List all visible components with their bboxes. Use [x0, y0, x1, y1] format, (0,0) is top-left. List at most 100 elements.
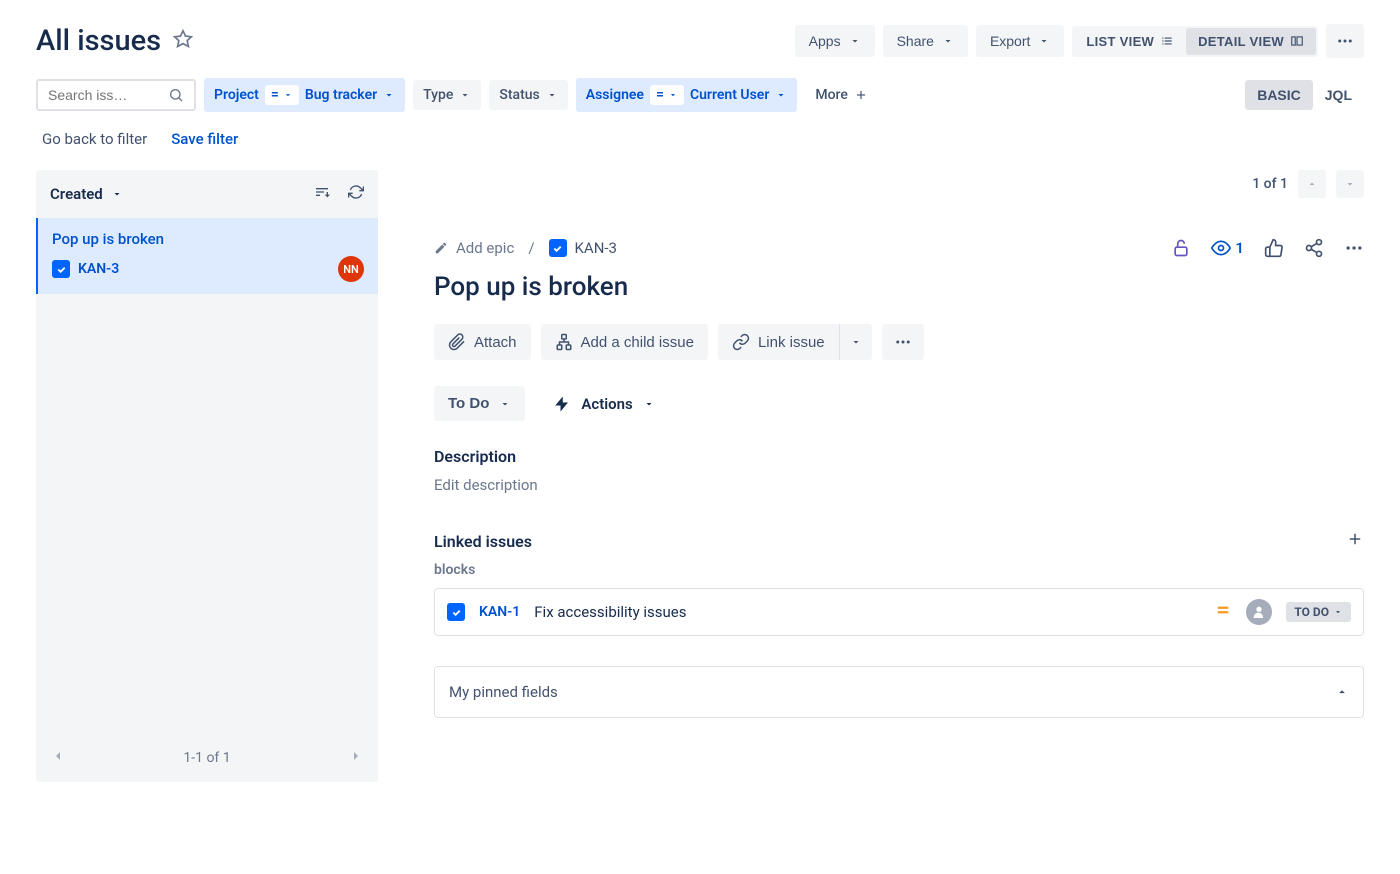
save-filter-link[interactable]: Save filter	[171, 130, 238, 148]
sort-label: Created	[50, 185, 103, 203]
list-view-label: LIST VIEW	[1086, 34, 1154, 49]
issue-title[interactable]: Pop up is broken	[434, 272, 1364, 302]
add-epic-button[interactable]: Add epic	[434, 239, 514, 257]
star-icon[interactable]	[173, 29, 193, 53]
status-label: To Do	[448, 395, 489, 412]
plus-icon	[1346, 530, 1364, 548]
pinned-fields-title: My pinned fields	[449, 683, 558, 701]
issue-list-item[interactable]: Pop up is broken KAN-3 NN	[36, 218, 378, 294]
attach-label: Attach	[474, 334, 517, 351]
refresh-icon[interactable]	[348, 184, 364, 204]
chevron-down-icon	[850, 336, 862, 348]
search-icon	[168, 87, 184, 103]
detail-prev-button[interactable]	[1298, 170, 1326, 198]
equals-badge: =	[265, 85, 299, 105]
chevron-down-icon	[775, 89, 787, 101]
basic-mode-button[interactable]: BASIC	[1245, 80, 1313, 110]
plus-icon	[854, 88, 868, 102]
issue-list-item-key: KAN-3	[78, 261, 119, 277]
task-icon	[447, 603, 465, 621]
link-type-label: blocks	[434, 562, 1364, 578]
next-page-button[interactable]	[348, 748, 364, 768]
lightning-icon	[553, 395, 571, 413]
pinned-fields-panel[interactable]: My pinned fields	[434, 666, 1364, 718]
filter-project[interactable]: Project = Bug tracker	[204, 78, 405, 112]
issue-list-sidebar: Created Pop up is broken	[36, 170, 378, 782]
link-issue-button[interactable]: Link issue	[718, 324, 839, 360]
status-dropdown[interactable]: To Do	[434, 386, 525, 421]
issue-detail-panel: 1 of 1 Add epic /	[378, 170, 1364, 782]
unassigned-avatar	[1246, 599, 1272, 625]
export-label: Export	[990, 33, 1030, 49]
breadcrumb-separator: /	[528, 239, 534, 257]
prev-page-button[interactable]	[50, 748, 66, 768]
linked-issues-header: Linked issues	[434, 532, 532, 551]
issue-actions-more[interactable]	[882, 324, 924, 360]
more-horizontal-icon	[1344, 238, 1364, 258]
task-icon	[549, 239, 567, 257]
sort-button[interactable]: Created	[50, 185, 123, 203]
page-title: All issues	[36, 24, 161, 58]
add-linked-issue-button[interactable]	[1346, 530, 1364, 552]
query-mode-toggle: BASIC JQL	[1245, 80, 1364, 110]
chevron-down-icon	[1344, 178, 1356, 190]
apps-button[interactable]: Apps	[795, 25, 875, 57]
chevron-up-icon	[1306, 178, 1318, 190]
search-input[interactable]	[48, 87, 168, 103]
share-icon-button[interactable]	[1304, 238, 1324, 258]
chevron-down-icon	[546, 89, 558, 101]
apps-label: Apps	[809, 33, 841, 49]
export-button[interactable]: Export	[976, 25, 1064, 57]
detail-next-button[interactable]	[1336, 170, 1364, 198]
go-back-link[interactable]: Go back to filter	[42, 130, 147, 148]
share-label: Share	[897, 33, 934, 49]
lock-icon[interactable]	[1171, 238, 1191, 258]
watch-count: 1	[1235, 239, 1244, 257]
sort-direction-icon[interactable]	[314, 184, 330, 204]
filter-type-label: Type	[423, 87, 453, 103]
search-input-wrapper[interactable]	[36, 79, 196, 111]
chevron-down-icon	[283, 90, 293, 100]
filter-assignee[interactable]: Assignee = Current User	[576, 78, 798, 112]
actions-menu[interactable]: Actions	[553, 395, 654, 413]
chevron-up-icon	[1335, 685, 1349, 699]
paperclip-icon	[448, 333, 466, 351]
link-icon	[732, 333, 750, 351]
link-issue-dropdown[interactable]	[839, 324, 872, 360]
priority-medium-icon	[1214, 601, 1232, 623]
filter-assignee-label: Assignee	[586, 87, 644, 103]
assignee-avatar: NN	[338, 256, 364, 282]
actions-menu-label: Actions	[581, 395, 632, 413]
attach-button[interactable]: Attach	[434, 324, 531, 360]
share-button[interactable]: Share	[883, 25, 968, 57]
filter-status[interactable]: Status	[489, 80, 567, 110]
filter-more[interactable]: More	[805, 80, 878, 110]
add-child-button[interactable]: Add a child issue	[541, 324, 708, 360]
chevron-down-icon	[459, 89, 471, 101]
description-placeholder[interactable]: Edit description	[434, 476, 1364, 494]
filter-project-label: Project	[214, 87, 259, 103]
breadcrumb: Add epic / KAN-3	[434, 239, 617, 257]
filter-project-value: Bug tracker	[305, 87, 377, 103]
chevron-down-icon	[499, 398, 511, 410]
vote-button[interactable]	[1264, 238, 1284, 258]
detail-icon	[1290, 34, 1304, 48]
list-view-button[interactable]: LIST VIEW	[1074, 28, 1186, 55]
share-icon	[1304, 238, 1324, 258]
more-actions-button[interactable]	[1326, 24, 1364, 58]
breadcrumb-issue-key: KAN-3	[575, 239, 617, 257]
equals-badge: =	[650, 85, 684, 105]
detail-view-button[interactable]: DETAIL VIEW	[1186, 28, 1316, 55]
watch-button[interactable]: 1	[1211, 238, 1244, 258]
detail-more-button[interactable]	[1344, 238, 1364, 258]
jql-mode-button[interactable]: JQL	[1313, 80, 1364, 110]
add-child-label: Add a child issue	[581, 334, 694, 351]
linked-issue-card[interactable]: KAN-1 Fix accessibility issues TO DO	[434, 588, 1364, 636]
issue-key-link[interactable]: KAN-3	[549, 239, 617, 257]
eye-icon	[1211, 238, 1231, 258]
view-toggle: LIST VIEW DETAIL VIEW	[1072, 26, 1318, 57]
filter-type[interactable]: Type	[413, 80, 481, 110]
linked-issue-status[interactable]: TO DO	[1286, 602, 1351, 622]
chevron-down-icon	[383, 89, 395, 101]
thumbs-up-icon	[1264, 238, 1284, 258]
